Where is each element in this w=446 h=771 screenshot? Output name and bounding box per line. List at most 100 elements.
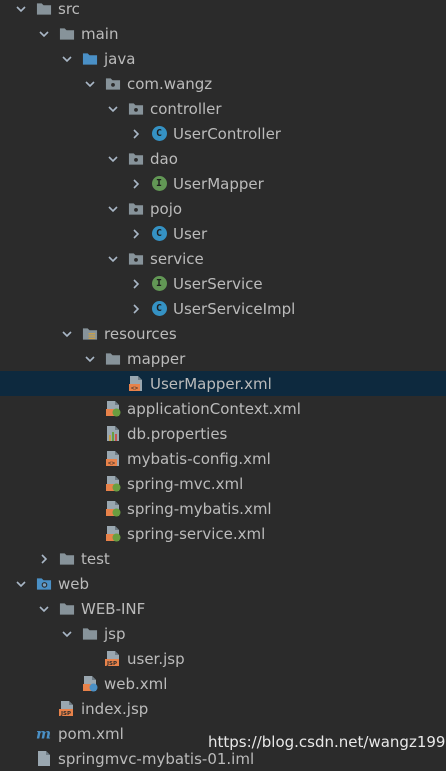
tree-indent (0, 577, 36, 591)
tree-row-jsp[interactable]: jsp (0, 621, 446, 646)
iml-file-icon (36, 751, 52, 767)
chevron-down-icon[interactable] (37, 602, 51, 616)
tree-indent (0, 552, 59, 566)
tree-indent (0, 177, 151, 191)
tree-row-main[interactable]: main (0, 21, 446, 46)
tree-row-spring-mybatis-xml[interactable]: spring-mybatis.xml (0, 496, 446, 521)
tree-item-label: WEB-INF (81, 599, 146, 618)
properties-file-icon (105, 426, 121, 442)
tree-item-label: resources (104, 324, 177, 343)
class-icon: C (151, 301, 167, 317)
chevron-down-icon[interactable] (14, 577, 28, 591)
chevron-down-icon[interactable] (106, 102, 120, 116)
chevron-right-icon[interactable] (129, 177, 143, 191)
resources-folder-icon (82, 326, 98, 342)
tree-indent (0, 327, 82, 341)
tree-row-test[interactable]: test (0, 546, 446, 571)
tree-item-label: web.xml (104, 674, 168, 693)
tree-row-web-inf[interactable]: WEB-INF (0, 596, 446, 621)
tree-indent (0, 202, 128, 216)
jsp-file-icon: JSP (59, 701, 75, 717)
chevron-down-icon[interactable] (83, 77, 97, 91)
chevron-down-icon[interactable] (14, 2, 28, 16)
tree-item-label: dao (150, 149, 178, 168)
chevron-right-icon[interactable] (129, 277, 143, 291)
source-folder-icon (82, 51, 98, 67)
spring-xml-file-icon (105, 401, 121, 417)
tree-row-dao[interactable]: dao (0, 146, 446, 171)
tree-indent (0, 152, 128, 166)
svg-text:m: m (36, 726, 51, 741)
tree-row-service[interactable]: service (0, 246, 446, 271)
tree-row-user[interactable]: C User (0, 221, 446, 246)
tree-item-label: java (104, 49, 136, 68)
tree-item-label: service (150, 249, 204, 268)
tree-row-userserviceimpl[interactable]: C UserServiceImpl (0, 296, 446, 321)
tree-indent (0, 302, 151, 316)
tree-row-web-xml[interactable]: web.xml (0, 671, 446, 696)
spring-xml-file-icon (105, 501, 121, 517)
chevron-down-icon[interactable] (83, 352, 97, 366)
folder-icon (105, 351, 121, 367)
tree-item-label: spring-mvc.xml (127, 474, 244, 493)
tree-row-com-wangz[interactable]: com.wangz (0, 71, 446, 96)
tree-row-resources[interactable]: resources (0, 321, 446, 346)
chevron-down-icon[interactable] (60, 327, 74, 341)
tree-row-applicationcontext-xml[interactable]: applicationContext.xml (0, 396, 446, 421)
tree-item-label: UserServiceImpl (173, 299, 296, 318)
tree-item-label: web (58, 574, 90, 593)
tree-indent (0, 227, 151, 241)
tree-row-userservice[interactable]: I UserService (0, 271, 446, 296)
tree-row-java[interactable]: java (0, 46, 446, 71)
class-icon: C (151, 126, 167, 142)
tree-item-label: spring-mybatis.xml (127, 499, 272, 518)
chevron-down-icon[interactable] (106, 202, 120, 216)
tree-item-label: index.jsp (81, 699, 149, 718)
tree-item-label: spring-service.xml (127, 524, 266, 543)
tree-indent (0, 27, 59, 41)
chevron-down-icon[interactable] (37, 27, 51, 41)
folder-icon (59, 26, 75, 42)
tree-indent (0, 252, 128, 266)
tree-item-label: pom.xml (58, 724, 124, 743)
tree-row-web[interactable]: web (0, 571, 446, 596)
tree-row-index-jsp[interactable]: JSP index.jsp (0, 696, 446, 721)
chevron-down-icon[interactable] (60, 627, 74, 641)
tree-row-src[interactable]: src (0, 0, 446, 21)
chevron-down-icon[interactable] (106, 252, 120, 266)
chevron-right-icon[interactable] (129, 127, 143, 141)
tree-row-usermapper[interactable]: I UserMapper (0, 171, 446, 196)
tree-row-controller[interactable]: controller (0, 96, 446, 121)
tree-item-label: UserMapper (173, 174, 264, 193)
svg-text:<>: <> (131, 385, 139, 392)
tree-row-usercontroller[interactable]: C UserController (0, 121, 446, 146)
tree-item-label: controller (150, 99, 222, 118)
tree-row-user-jsp[interactable]: JSP user.jsp (0, 646, 446, 671)
tree-item-label: springmvc-mybatis-01.iml (58, 749, 255, 768)
tree-item-label: User (173, 224, 208, 243)
tree-item-label: main (81, 24, 119, 43)
tree-row-pojo[interactable]: pojo (0, 196, 446, 221)
tree-row-usermapper-xml[interactable]: <> UserMapper.xml (0, 371, 446, 396)
svg-text:<>: <> (108, 460, 116, 467)
tree-item-label: mybatis-config.xml (127, 449, 271, 468)
svg-text:JSP: JSP (106, 661, 117, 667)
chevron-down-icon[interactable] (60, 52, 74, 66)
tree-row-mybatis-config-xml[interactable]: <> mybatis-config.xml (0, 446, 446, 471)
tree-indent (0, 102, 128, 116)
chevron-right-icon[interactable] (129, 302, 143, 316)
package-icon (128, 151, 144, 167)
tree-row-spring-service-xml[interactable]: spring-service.xml (0, 521, 446, 546)
chevron-right-icon[interactable] (37, 552, 51, 566)
tree-row-db-properties[interactable]: db.properties (0, 421, 446, 446)
chevron-right-icon[interactable] (129, 227, 143, 241)
tree-row-spring-mvc-xml[interactable]: spring-mvc.xml (0, 471, 446, 496)
package-icon (105, 76, 121, 92)
class-icon: C (151, 226, 167, 242)
tree-item-label: UserService (173, 274, 263, 293)
spring-xml-file-icon (105, 526, 121, 542)
folder-icon (36, 1, 52, 17)
chevron-down-icon[interactable] (106, 152, 120, 166)
tree-row-mapper[interactable]: mapper (0, 346, 446, 371)
folder-icon (59, 601, 75, 617)
